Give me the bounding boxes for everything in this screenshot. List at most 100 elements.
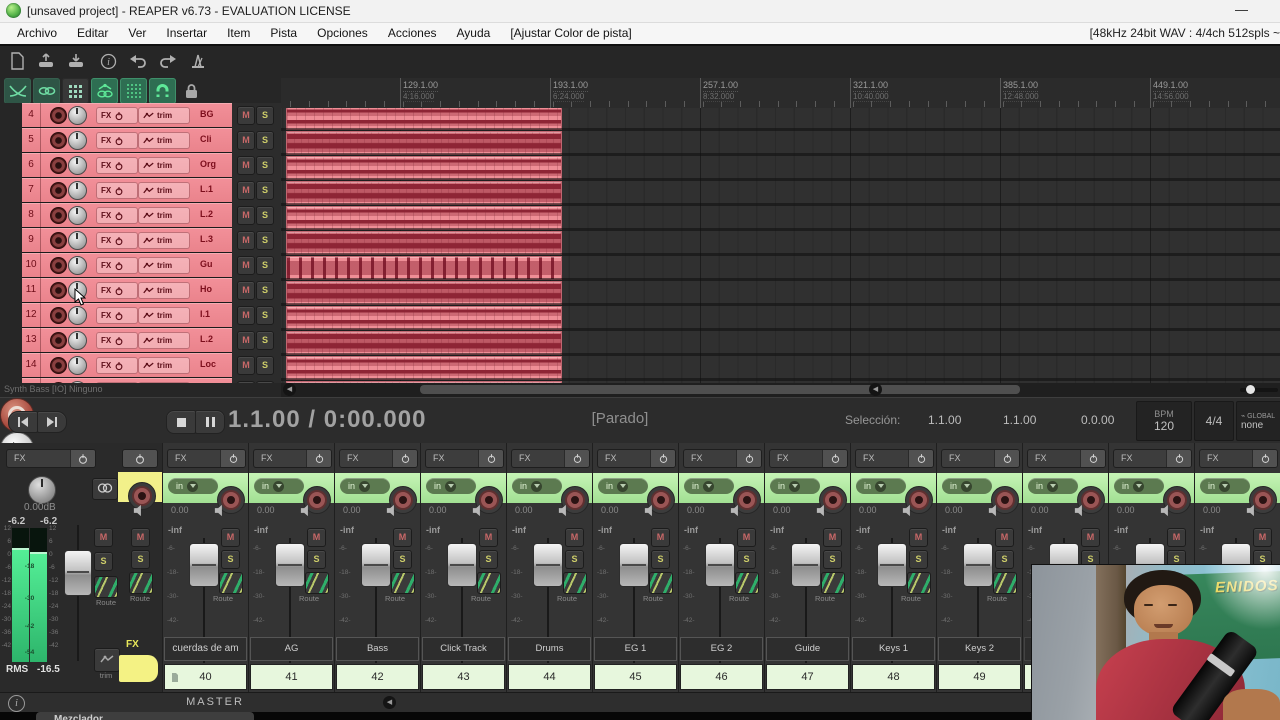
strip-fx-button[interactable]: FX xyxy=(1199,449,1278,468)
chevron-down-icon[interactable] xyxy=(273,480,285,492)
track-volume-knob[interactable] xyxy=(68,206,87,225)
chevron-down-icon[interactable] xyxy=(1219,480,1231,492)
track-mute-button[interactable]: M xyxy=(237,306,255,325)
track-volume-knob[interactable] xyxy=(68,306,87,325)
track-fx-button[interactable]: FX xyxy=(96,132,138,149)
strip-input-button[interactable]: in xyxy=(168,478,218,494)
track-fx-power-icon[interactable] xyxy=(114,161,124,171)
snap-magnet-button[interactable] xyxy=(149,78,176,104)
envelope-points-button[interactable] xyxy=(91,78,118,104)
menu-archivo[interactable]: Archivo xyxy=(8,23,66,43)
strip-fx-button[interactable]: FX xyxy=(339,449,418,468)
audio-item[interactable] xyxy=(286,131,562,155)
track-solo-button[interactable]: S xyxy=(256,331,274,350)
menu-ayuda[interactable]: Ayuda xyxy=(448,23,500,43)
strip-mute-button[interactable]: M xyxy=(479,528,498,547)
track-row[interactable]: 5 FX trim Cli xyxy=(22,128,232,153)
track-fx-power-icon[interactable] xyxy=(114,211,124,221)
track-record-arm-button[interactable] xyxy=(50,207,67,224)
strip-input-button[interactable]: in xyxy=(942,478,992,494)
track-fx-button[interactable]: FX xyxy=(96,357,138,374)
zoom-slider-dot[interactable] xyxy=(1246,385,1255,394)
track-solo-button[interactable]: S xyxy=(256,356,274,375)
strip-fx-button[interactable]: FX xyxy=(1113,449,1192,468)
track-mute-button[interactable]: M xyxy=(237,206,255,225)
strip-mute-button[interactable]: M xyxy=(909,528,928,547)
strip-name[interactable]: AG xyxy=(250,637,333,661)
strip-speaker-icon[interactable] xyxy=(1073,503,1088,518)
track-mute-button[interactable]: M xyxy=(237,256,255,275)
audio-item[interactable] xyxy=(286,306,562,330)
strip-fx-power-icon[interactable] xyxy=(478,450,503,467)
strip-fader-handle[interactable] xyxy=(275,543,305,587)
strip-fx-power-icon[interactable] xyxy=(564,450,589,467)
strip-fx-power-icon[interactable] xyxy=(306,450,331,467)
track-row[interactable]: 8 FX trim L.2 xyxy=(22,203,232,228)
track-record-arm-button[interactable] xyxy=(50,157,67,174)
strip-route-button[interactable] xyxy=(219,572,243,594)
selection-end[interactable]: 1.1.00 xyxy=(1003,413,1036,427)
strip-pan-value[interactable]: 0.00 xyxy=(257,505,275,515)
pause-button[interactable] xyxy=(195,410,225,434)
strip-fx-power-icon[interactable] xyxy=(1252,450,1277,467)
track-mute-button[interactable]: M xyxy=(237,356,255,375)
master-fader-handle[interactable] xyxy=(64,550,92,596)
strip-fx-button[interactable]: FX xyxy=(769,449,848,468)
strip-name[interactable]: Keys 1 xyxy=(852,637,935,661)
power-icon[interactable] xyxy=(123,450,157,467)
media-grouping-button[interactable] xyxy=(62,78,89,104)
chevron-down-icon[interactable] xyxy=(359,480,371,492)
track-trim-button[interactable]: trim xyxy=(138,132,190,149)
track-trim-button[interactable]: trim xyxy=(138,307,190,324)
strip-speaker-icon[interactable] xyxy=(643,503,658,518)
track-fx-power-icon[interactable] xyxy=(114,286,124,296)
time-signature-box[interactable]: 4/4 xyxy=(1194,401,1234,441)
chevron-down-icon[interactable] xyxy=(1047,480,1059,492)
track-trim-button[interactable]: trim xyxy=(138,157,190,174)
strip-fader-handle[interactable] xyxy=(877,543,907,587)
metronome-button[interactable] xyxy=(185,49,211,73)
chevron-down-icon[interactable] xyxy=(961,480,973,492)
strip-solo-button[interactable]: S xyxy=(737,550,756,569)
strip-input-button[interactable]: in xyxy=(1200,478,1250,494)
track-fx-power-icon[interactable] xyxy=(114,336,124,346)
bpm-box[interactable]: BPM 120 xyxy=(1136,401,1192,441)
menu-editar[interactable]: Editar xyxy=(68,23,117,43)
horizontal-scrollbar[interactable]: ◀ ◀ xyxy=(281,383,1280,397)
strip-pan-value[interactable]: 0.00 xyxy=(171,505,189,515)
strip-fader-handle[interactable] xyxy=(791,543,821,587)
menu-pista[interactable]: Pista xyxy=(261,23,306,43)
fx-slot[interactable] xyxy=(119,655,158,682)
strip-fx-power-icon[interactable] xyxy=(392,450,417,467)
strip-speaker-icon[interactable] xyxy=(557,503,572,518)
strip-solo-button[interactable]: S xyxy=(823,550,842,569)
master-solo-button[interactable]: S xyxy=(94,552,113,571)
go-to-end-button[interactable] xyxy=(37,411,67,433)
armed-strip-fx-power[interactable] xyxy=(122,449,158,468)
armed-strip-route-button[interactable] xyxy=(129,572,153,594)
strip-pan-value[interactable]: 0.00 xyxy=(687,505,705,515)
track-fx-power-icon[interactable] xyxy=(114,111,124,121)
strip-mute-button[interactable]: M xyxy=(823,528,842,547)
master-volume-db[interactable]: 0.00dB xyxy=(24,502,56,513)
track-mute-button[interactable]: M xyxy=(237,106,255,125)
mixer-scroll-left-button[interactable]: ◀ xyxy=(383,696,396,709)
track-trim-button[interactable]: trim xyxy=(138,207,190,224)
strip-fader-handle[interactable] xyxy=(189,543,219,587)
track-solo-button[interactable]: S xyxy=(256,256,274,275)
strip-route-button[interactable] xyxy=(993,572,1017,594)
strip-fx-power-icon[interactable] xyxy=(822,450,847,467)
chevron-down-icon[interactable] xyxy=(445,480,457,492)
chevron-down-icon[interactable] xyxy=(703,480,715,492)
track-mute-button[interactable]: M xyxy=(237,331,255,350)
strip-pan-value[interactable]: 0.00 xyxy=(773,505,791,515)
strip-fx-button[interactable]: FX xyxy=(425,449,504,468)
strip-fx-button[interactable]: FX xyxy=(941,449,1020,468)
track-trim-button[interactable]: trim xyxy=(138,232,190,249)
go-to-start-button[interactable] xyxy=(8,411,38,433)
strip-input-button[interactable]: in xyxy=(1114,478,1164,494)
menu-ajustarcolordepista[interactable]: [Ajustar Color de pista] xyxy=(501,23,640,43)
strip-name[interactable]: Guide xyxy=(766,637,849,661)
track-mute-button[interactable]: M xyxy=(237,131,255,150)
strip-solo-button[interactable]: S xyxy=(479,550,498,569)
